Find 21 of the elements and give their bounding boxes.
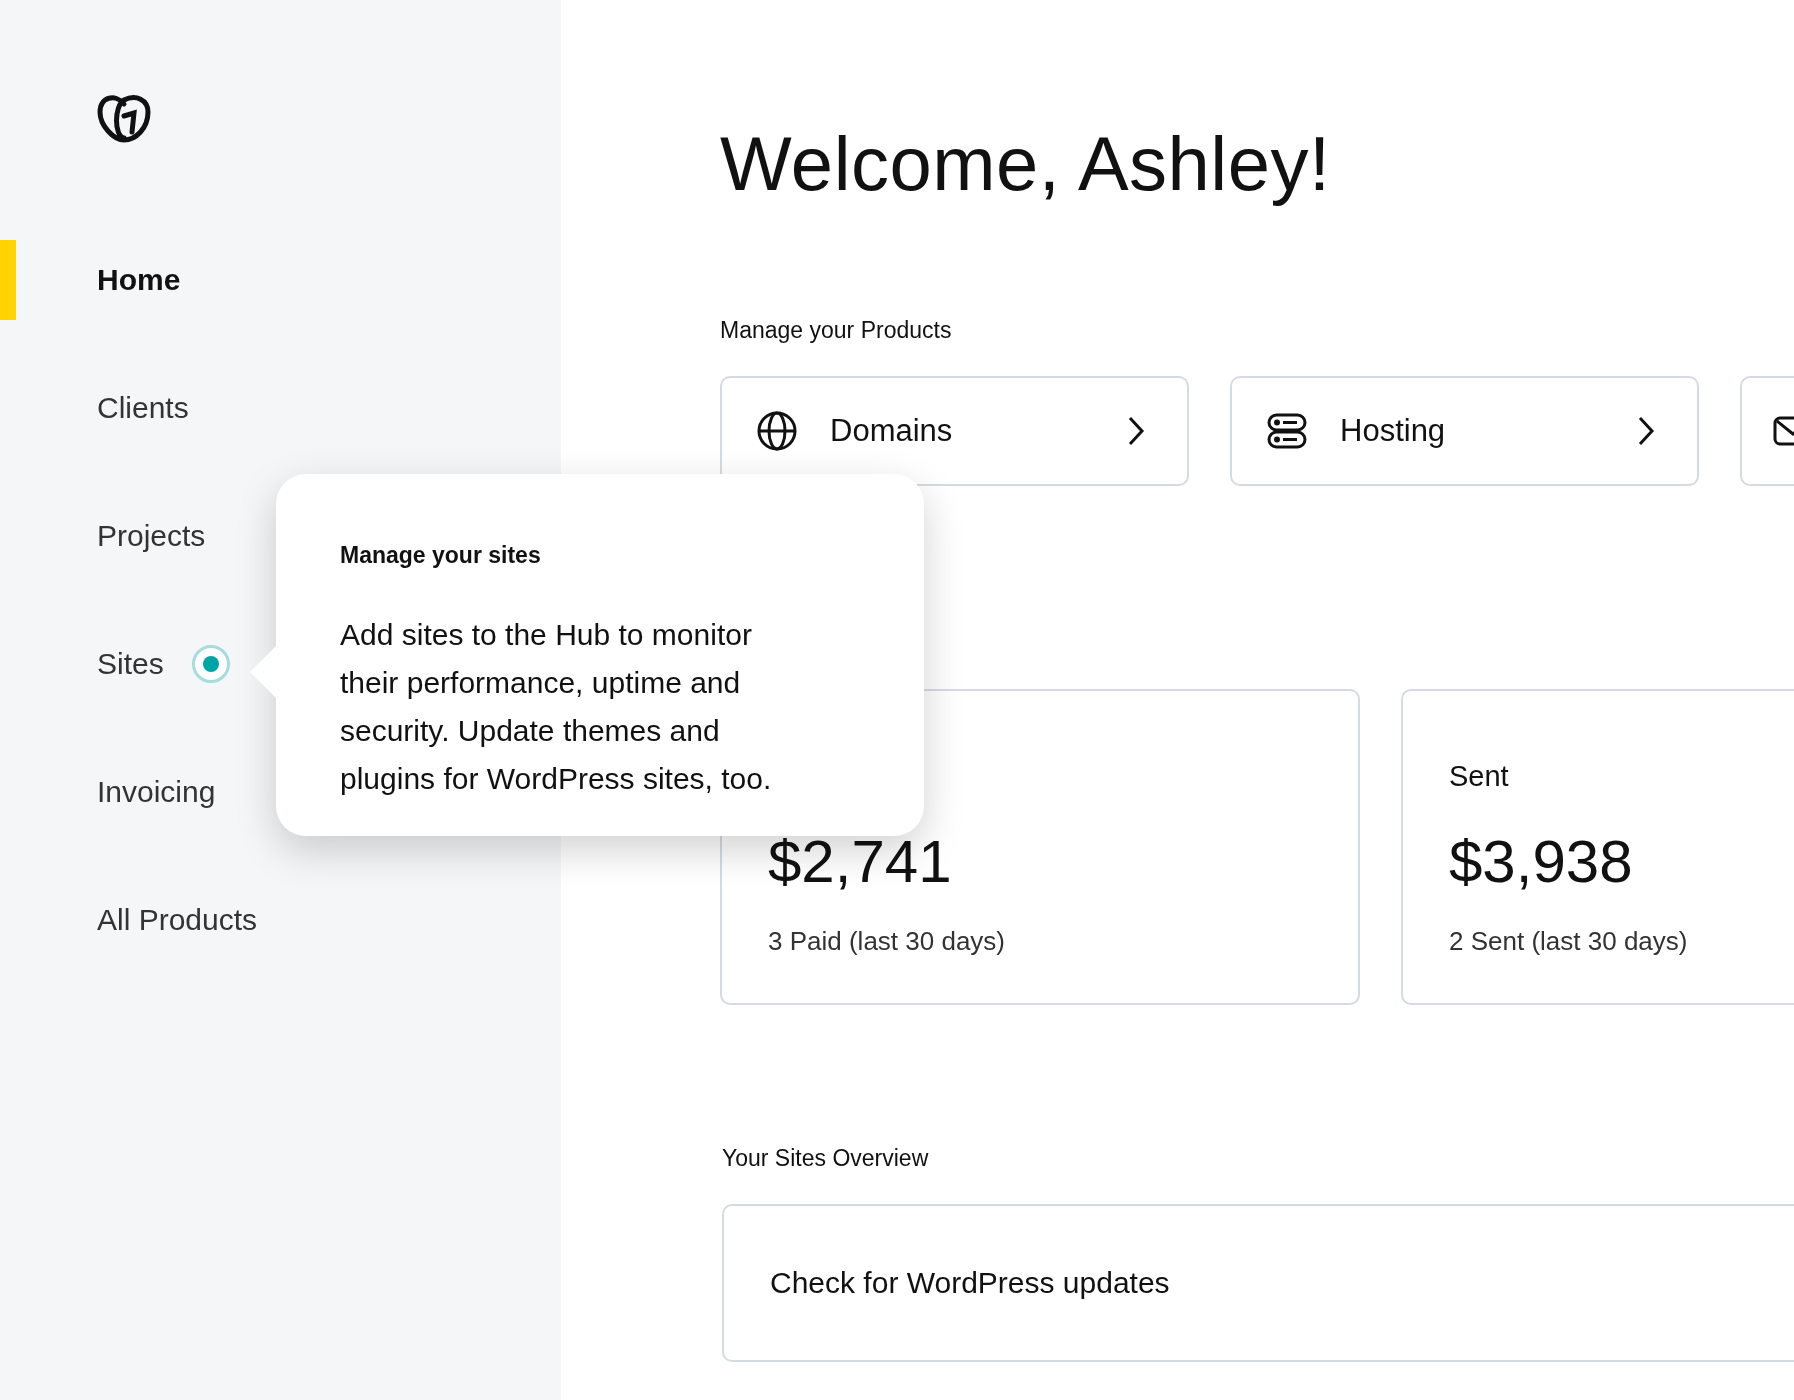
product-card[interactable]: Hosting	[1230, 376, 1699, 486]
card-label: Sent	[1449, 760, 1510, 793]
sidebar-item[interactable]: Clients	[97, 391, 189, 425]
amount: $3,938	[1449, 827, 1634, 896]
sidebar-item[interactable]: Sites	[97, 647, 164, 681]
tooltip-title: Manage your sites	[340, 542, 542, 569]
card-caption: 2 Sent (last 30 days)	[1449, 926, 1689, 957]
overview-item: Check for WordPress updates	[770, 1266, 1170, 1300]
welcome-heading: Welcome, Ashley!	[720, 120, 1332, 207]
card-caption: 3 Paid (last 30 days)	[768, 926, 1006, 957]
tooltip-text: Add sites to the Hub to monitor their performance, uptime and security. Update themes and plugins for WordPress sites, too.	[340, 617, 773, 797]
sidebar-item[interactable]: Projects	[97, 519, 206, 553]
section-heading: Manage your Products	[720, 317, 953, 344]
section-heading: Your Sites Overview	[722, 1145, 930, 1172]
amount: $2,741	[768, 827, 953, 896]
sidebar-item[interactable]: All Products	[97, 903, 258, 937]
globe-icon	[756, 410, 798, 452]
sidebar-item[interactable]: Home	[97, 263, 181, 297]
sidebar-item[interactable]: Invoicing	[97, 775, 216, 809]
logo-icon	[96, 92, 152, 144]
product-card[interactable]: Domains	[720, 376, 1189, 486]
